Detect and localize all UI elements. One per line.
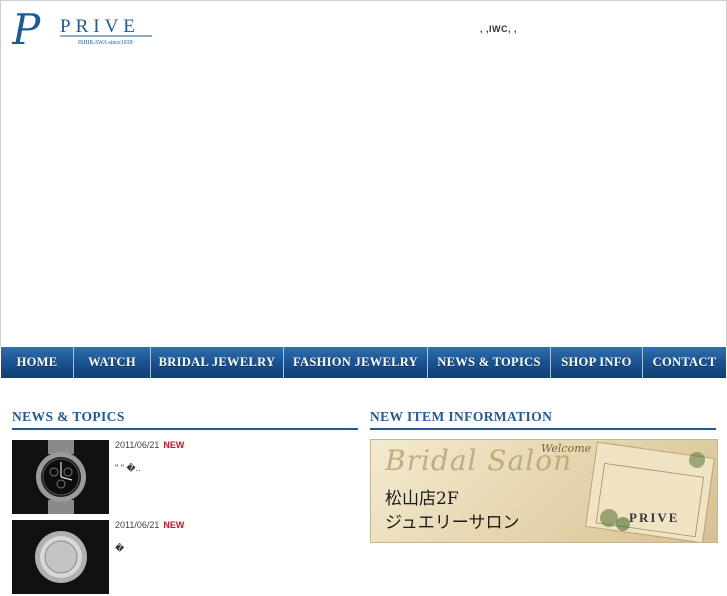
news-section-heading: NEWS & TOPICS (12, 408, 358, 430)
news-meta: 2011/06/21 NEW (115, 520, 184, 530)
header-tagline: , ,IWC, , (480, 24, 517, 34)
logo-subtitle: ISHIKAWA since1939 (78, 40, 133, 46)
watch-thumbnail[interactable] (12, 520, 109, 594)
new-item-heading-text: NEW ITEM INFORMATION (370, 409, 553, 424)
news-item[interactable]: 2011/06/21 NEW � (12, 520, 358, 596)
logo-name: PRIVE (60, 16, 140, 37)
new-item-section-heading: NEW ITEM INFORMATION (370, 408, 716, 430)
news-heading-text: NEWS & TOPICS (12, 409, 125, 424)
nav-news-topics[interactable]: NEWS & TOPICS (428, 347, 551, 378)
news-text[interactable]: " " �.. (115, 462, 355, 474)
banner-salon-name: ジュエリーサロン (385, 513, 520, 533)
nav-contact[interactable]: CONTACT (643, 347, 726, 378)
watch-thumbnail[interactable] (12, 440, 109, 514)
news-date: 2011/06/21 (115, 520, 160, 530)
new-badge: NEW (163, 440, 185, 450)
nav-shop-info[interactable]: SHOP INFO (551, 347, 643, 378)
nav-bridal-jewelry[interactable]: BRIDAL JEWELRY (151, 347, 284, 378)
banner-welcome-text: Welcome (541, 442, 592, 455)
banner-brand: PRIVE (629, 510, 680, 525)
new-badge: NEW (163, 520, 185, 530)
news-text[interactable]: � (115, 542, 355, 554)
news-date: 2011/06/21 (115, 440, 160, 450)
logo-letter: P (12, 10, 41, 52)
nav-home[interactable]: HOME (1, 347, 74, 378)
bridal-salon-banner[interactable]: Bridal Salon Welcome 松山店2F ジュエリーサロン PRIV… (370, 439, 718, 543)
prive-logo[interactable]: P PRIVE ISHIKAWA since1939 (12, 10, 154, 52)
nav-watch[interactable]: WATCH (74, 347, 151, 378)
main-nav: HOME WATCH BRIDAL JEWELRY FASHION JEWELR… (1, 347, 726, 378)
banner-store-floor: 松山店2F (385, 489, 459, 509)
news-item[interactable]: 2011/06/21 NEW " " �.. (12, 440, 358, 516)
nav-fashion-jewelry[interactable]: FASHION JEWELRY (284, 347, 428, 378)
news-meta: 2011/06/21 NEW (115, 440, 184, 450)
